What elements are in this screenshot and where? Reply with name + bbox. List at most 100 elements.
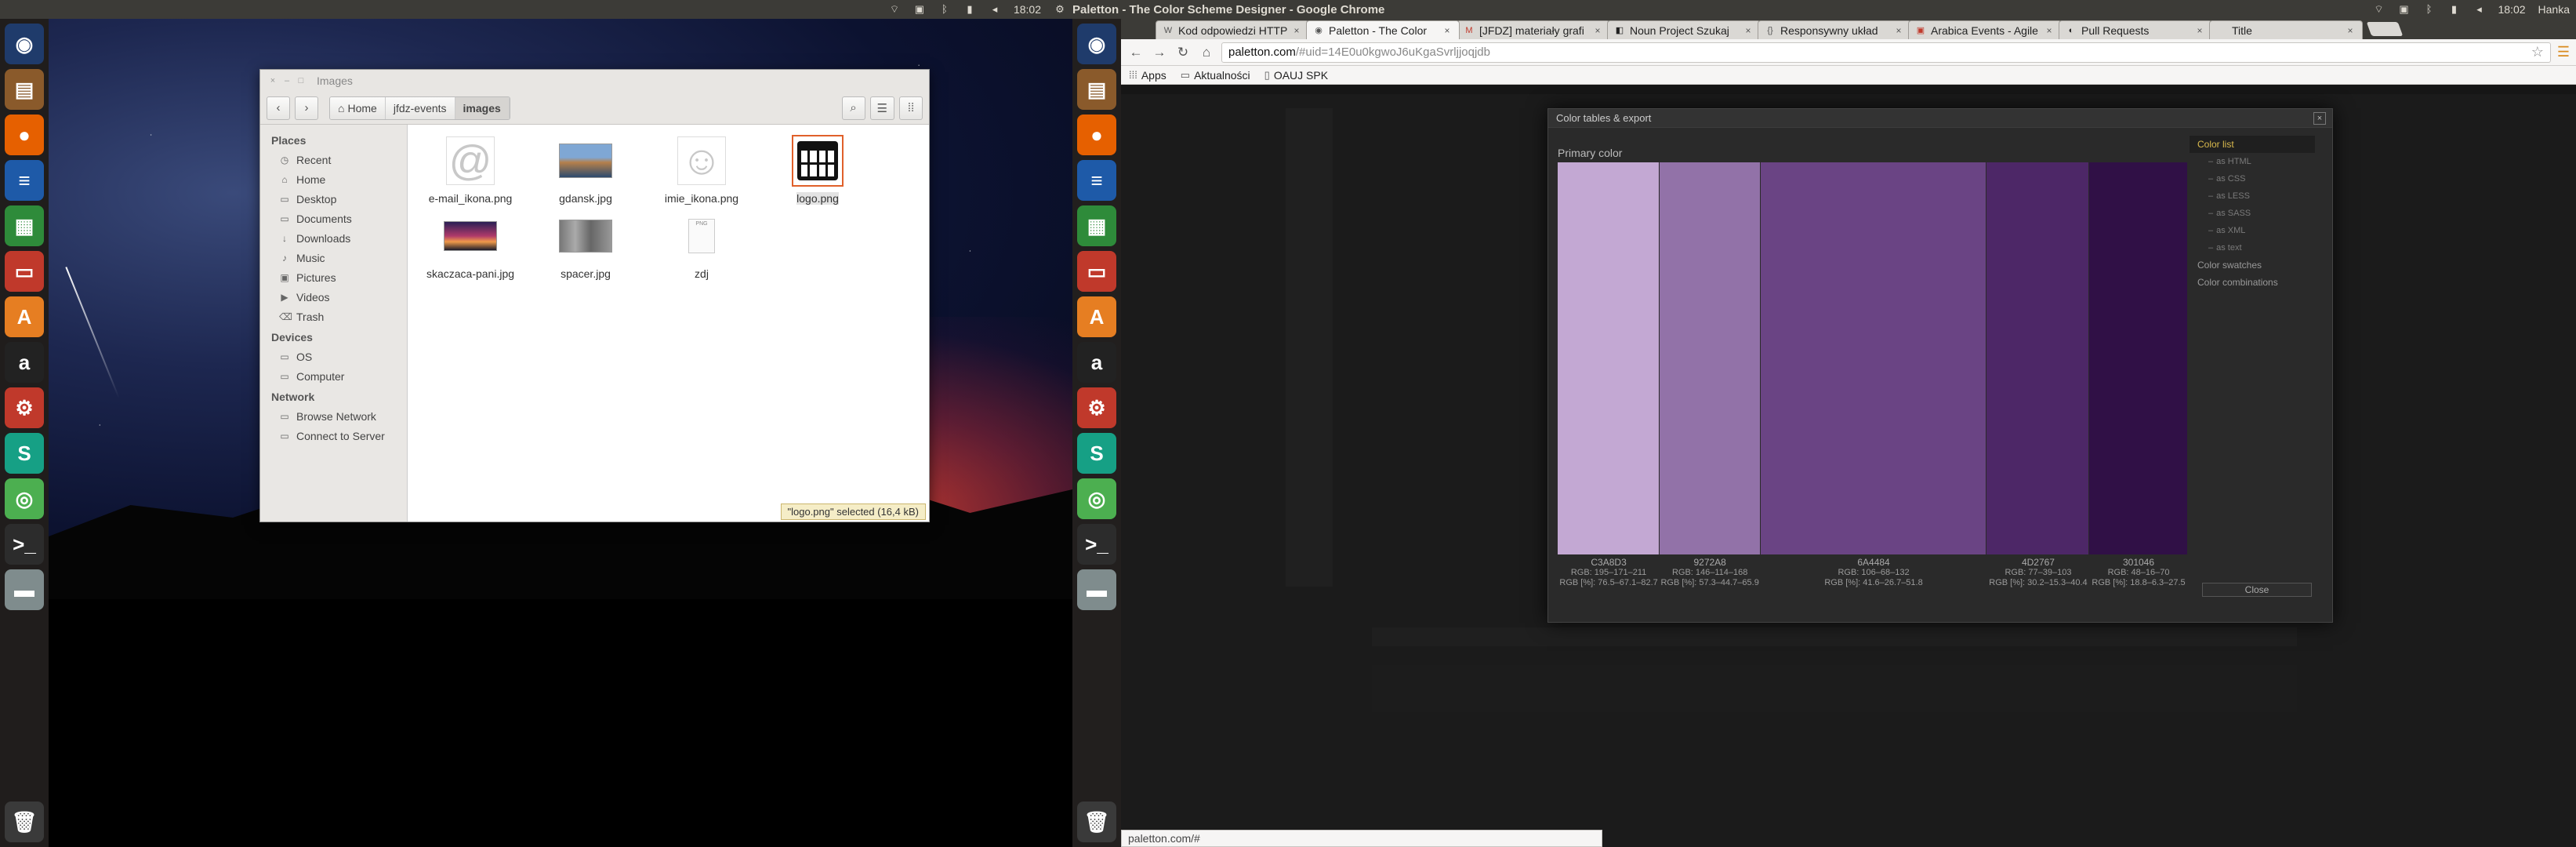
- launcher-writer[interactable]: ≡: [5, 160, 44, 201]
- launcher-trash[interactable]: 🗑: [5, 802, 44, 842]
- sidebar-item-browse-network[interactable]: ▭ Browse Network: [260, 406, 407, 426]
- sidebar-item-pictures[interactable]: ▣ Pictures: [260, 267, 407, 287]
- launcher-terminal[interactable]: >_: [1077, 524, 1116, 565]
- launcher-app-green[interactable]: S: [5, 433, 44, 474]
- color-swatch[interactable]: [2088, 162, 2188, 554]
- sidebar-item-downloads[interactable]: ↓ Downloads: [260, 228, 407, 248]
- export-menu-item[interactable]: – as LESS: [2190, 187, 2315, 205]
- tab-3[interactable]: M [JFDZ] materiały grafi ×: [1457, 20, 1610, 39]
- panel-clock[interactable]: 18:02: [1014, 3, 1041, 16]
- launcher-files[interactable]: ▤: [1077, 69, 1116, 110]
- color-swatch[interactable]: [1660, 162, 1761, 554]
- color-swatch[interactable]: [1558, 162, 1660, 554]
- volume-icon[interactable]: ◂: [989, 3, 1001, 16]
- export-menu-item[interactable]: – as HTML: [2190, 153, 2315, 170]
- close-icon[interactable]: ×: [1592, 25, 1603, 36]
- sidebar-item-recent[interactable]: ◷ Recent: [260, 150, 407, 169]
- bluetooth-icon[interactable]: ᛒ: [938, 3, 951, 16]
- close-icon[interactable]: ×: [2044, 25, 2055, 36]
- file-item[interactable]: ☺ imie_ikona.png: [643, 133, 760, 205]
- launcher-files[interactable]: ▤: [5, 69, 44, 110]
- launcher-chrome[interactable]: ◎: [5, 478, 44, 519]
- home-button[interactable]: ⌂: [1198, 44, 1215, 61]
- tab-6[interactable]: ▣ Arabica Events - Agile ×: [1908, 20, 2062, 39]
- launcher-trash[interactable]: 🗑: [1077, 802, 1116, 842]
- gear-icon[interactable]: ⚙: [1054, 3, 1066, 16]
- keyboard-icon[interactable]: ▣: [913, 3, 926, 16]
- launcher-app-green[interactable]: S: [1077, 433, 1116, 474]
- bookmark-oauj-spk[interactable]: ▯ OAUJ SPK: [1264, 69, 1328, 82]
- sidebar-item-desktop[interactable]: ▭ Desktop: [260, 189, 407, 209]
- launcher-chrome[interactable]: ◎: [1077, 478, 1116, 519]
- export-menu-item[interactable]: – as text: [2190, 239, 2315, 256]
- chrome-menu-icon[interactable]: ☰: [2557, 44, 2570, 60]
- tab-1[interactable]: W Kod odpowiedzi HTTP ×: [1156, 20, 1309, 39]
- export-menu-item[interactable]: – as XML: [2190, 222, 2315, 239]
- forward-button[interactable]: →: [1151, 44, 1168, 61]
- search-button[interactable]: ⌕: [841, 96, 865, 120]
- close-button[interactable]: Close: [2202, 583, 2312, 597]
- close-icon[interactable]: ×: [1743, 25, 1754, 36]
- launcher-settings[interactable]: ⚙: [5, 387, 44, 428]
- export-menu-item[interactable]: Color list: [2190, 136, 2315, 153]
- bookmark-apps[interactable]: ⁞⁞⁞ Apps: [1129, 69, 1166, 82]
- back-button[interactable]: ←: [1127, 44, 1145, 61]
- battery-icon[interactable]: ▮: [963, 3, 976, 16]
- back-button[interactable]: ‹: [267, 96, 290, 120]
- minimize-icon[interactable]: –: [282, 76, 292, 85]
- launcher-calc[interactable]: ▦: [1077, 205, 1116, 246]
- launcher-software-center[interactable]: A: [1077, 296, 1116, 337]
- sidebar-item-os[interactable]: ▭ OS: [260, 347, 407, 366]
- tab-2[interactable]: ◉ Paletton - The Color ×: [1306, 20, 1460, 39]
- address-bar[interactable]: paletton.com/#uid=14E0u0kgwoJ6uKgaSvrljj…: [1221, 42, 2551, 63]
- file-item[interactable]: @ e-mail_ikona.png: [412, 133, 529, 205]
- color-swatch[interactable]: [1986, 162, 2089, 554]
- file-item[interactable]: gdansk.jpg: [527, 133, 644, 205]
- path-segment-jfdz-events[interactable]: jfdz-events: [385, 96, 455, 119]
- launcher-firefox[interactable]: ●: [1077, 115, 1116, 155]
- export-menu-item[interactable]: Color combinations: [2190, 274, 2315, 291]
- launcher-software-center[interactable]: A: [5, 296, 44, 337]
- file-item[interactable]: logo.png: [759, 133, 876, 205]
- sidebar-item-home[interactable]: ⌂ Home: [260, 169, 407, 189]
- color-swatch[interactable]: [1760, 162, 1987, 554]
- tab-5[interactable]: {} Responsywny układ ×: [1758, 20, 1911, 39]
- file-item[interactable]: spacer.jpg: [527, 208, 644, 280]
- file-item[interactable]: PNG zdj: [643, 208, 760, 280]
- launcher-amazon[interactable]: a: [5, 342, 44, 383]
- export-menu-item[interactable]: – as CSS: [2190, 170, 2315, 187]
- view-list-button[interactable]: ☰: [869, 96, 894, 120]
- view-grid-button[interactable]: ⁞⁞: [899, 96, 923, 120]
- tab-4[interactable]: ◧ Noun Project Szukaj ×: [1607, 20, 1761, 39]
- path-segment-images[interactable]: images: [455, 96, 510, 119]
- launcher-calc[interactable]: ▦: [5, 205, 44, 246]
- tab-8[interactable]: Title ×: [2209, 20, 2363, 39]
- close-icon[interactable]: ×: [1291, 25, 1302, 36]
- launcher-drive[interactable]: ▬: [5, 569, 44, 610]
- launcher-writer[interactable]: ≡: [1077, 160, 1116, 201]
- path-segment-home[interactable]: ⌂ Home: [330, 96, 386, 119]
- reload-button[interactable]: ↻: [1174, 44, 1192, 61]
- close-icon[interactable]: ×: [1893, 25, 1904, 36]
- new-tab-button[interactable]: [2366, 22, 2404, 36]
- bookmark-star-icon[interactable]: ☆: [2531, 44, 2544, 60]
- launcher-impress[interactable]: ▭: [1077, 251, 1116, 292]
- file-item[interactable]: skaczaca-pani.jpg: [412, 208, 529, 280]
- close-icon[interactable]: ×: [1442, 25, 1453, 36]
- sidebar-item-computer[interactable]: ▭ Computer: [260, 366, 407, 386]
- sidebar-item-music[interactable]: ♪ Music: [260, 248, 407, 267]
- launcher-settings[interactable]: ⚙: [1077, 387, 1116, 428]
- sidebar-item-videos[interactable]: ▶ Videos: [260, 287, 407, 307]
- launcher-terminal[interactable]: >_: [5, 524, 44, 565]
- export-menu-item[interactable]: Color swatches: [2190, 256, 2315, 274]
- close-icon[interactable]: ×: [2313, 112, 2326, 125]
- maximize-icon[interactable]: □: [296, 76, 306, 85]
- export-menu-item[interactable]: – as SASS: [2190, 205, 2315, 222]
- bookmark-aktualności[interactable]: ▭ Aktualności: [1181, 69, 1250, 82]
- tab-7[interactable]: ◐ Pull Requests ×: [2059, 20, 2212, 39]
- launcher-amazon[interactable]: a: [1077, 342, 1116, 383]
- launcher-firefox[interactable]: ●: [5, 115, 44, 155]
- wifi-icon[interactable]: ⌔: [888, 3, 901, 16]
- close-icon[interactable]: ×: [2345, 25, 2356, 36]
- launcher-dash-home[interactable]: ◉: [5, 24, 44, 64]
